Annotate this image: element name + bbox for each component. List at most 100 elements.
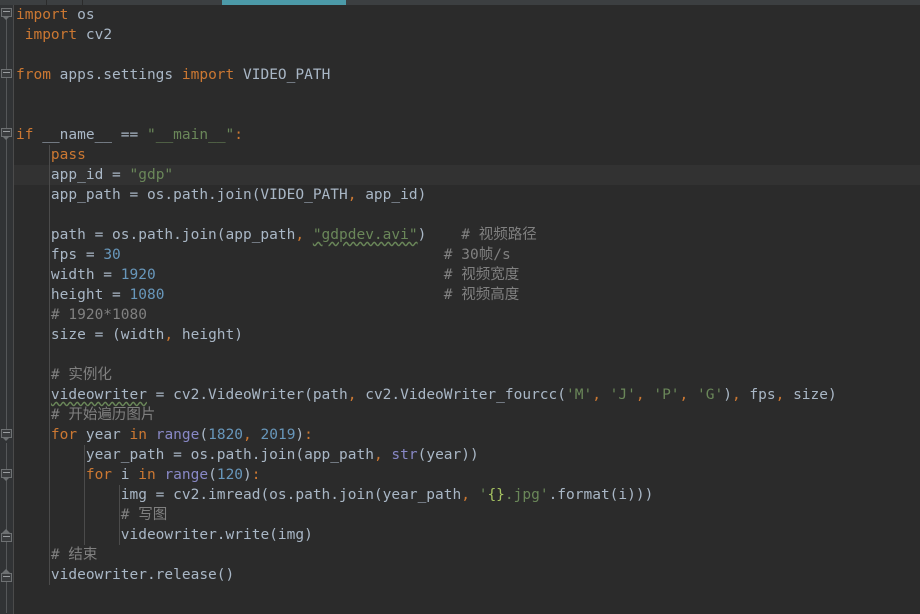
code-line[interactable]: app_path = os.path.join(VIDEO_PATH, app_… (14, 185, 920, 205)
code-line[interactable]: width = 1920 # 视频宽度 (14, 265, 920, 285)
code-line[interactable]: path = os.path.join(app_path, "gdpdev.av… (14, 225, 920, 245)
indent-guide (49, 145, 50, 165)
indent-guide (84, 485, 85, 505)
token-comma: , (295, 227, 305, 243)
token-number-width: 1920 (120, 267, 156, 283)
token-var-size: size = (width (50, 327, 165, 343)
code-line[interactable]: # 写图 (14, 505, 920, 525)
comment-fps: # 30帧/s (443, 247, 511, 263)
token-comma: , (461, 487, 470, 503)
indent-guide (49, 385, 50, 405)
code-line[interactable]: img = cv2.imread(os.path.join(year_path,… (14, 485, 920, 505)
token-comma: , (592, 387, 601, 403)
code-line[interactable]: videowriter.write(img) (14, 525, 920, 545)
comment-video-width: # 视频宽度 (443, 267, 520, 283)
code-line[interactable]: # 1920*1080 (14, 305, 920, 325)
code-line[interactable]: from apps.settings import VIDEO_PATH (14, 65, 920, 85)
code-editor[interactable]: import os import cv2 from apps.settings … (0, 5, 920, 614)
code-line[interactable]: import cv2 (14, 25, 920, 45)
code-line[interactable]: import os (14, 5, 920, 25)
fold-marker-end-inner[interactable] (1, 529, 12, 542)
token-keyword-pass: pass (50, 147, 86, 163)
code-line[interactable]: for year in range(1820, 2019): (14, 425, 920, 445)
token-operator: == (120, 127, 139, 143)
fold-marker-end-outer[interactable] (1, 569, 12, 582)
code-line-blank[interactable] (14, 205, 920, 225)
token-call-release: videowriter.release() (50, 567, 235, 583)
token-string-video-file: "gdpdev.avi" (312, 227, 418, 243)
code-line-blank[interactable] (14, 105, 920, 125)
comment-write-image: # 写图 (120, 507, 168, 523)
token-builtin-range: range (164, 467, 209, 483)
token-paren: ) (243, 467, 252, 483)
code-line[interactable]: # 结束 (14, 545, 920, 565)
indent-guide (49, 485, 50, 505)
code-line[interactable]: for i in range(120): (14, 465, 920, 485)
token-keyword: if (16, 127, 34, 143)
indent-guide (49, 325, 50, 345)
code-line-blank[interactable] (14, 45, 920, 65)
comment-video-height: # 视频高度 (443, 287, 520, 303)
indent-guide (49, 425, 50, 445)
indent-guide (49, 225, 50, 245)
token-arg: height) (173, 327, 243, 343)
indent-guide (49, 165, 50, 185)
code-line-blank[interactable] (14, 345, 920, 365)
fold-arrow-down-icon (2, 437, 10, 441)
indent-guide (49, 285, 50, 305)
token-call-write: videowriter.write(img) (120, 527, 313, 543)
fold-arrow-down-icon (2, 16, 10, 20)
token-dunder-name: __name__ (42, 127, 113, 143)
code-line[interactable]: # 实例化 (14, 365, 920, 385)
token-comma: , (243, 427, 252, 443)
token-expr: = cv2.VideoWriter(path (146, 387, 348, 403)
code-line[interactable]: height = 1080 # 视频高度 (14, 285, 920, 305)
code-line[interactable]: videowriter = cv2.VideoWriter(path, cv2.… (14, 385, 920, 405)
fold-box (1, 69, 12, 78)
token-arg: app_id) (356, 187, 427, 203)
token-arg: (year)) (417, 447, 479, 463)
token-number-fps: 30 (103, 247, 121, 263)
editor-gutter[interactable] (0, 5, 14, 614)
code-line[interactable]: year_path = os.path.join(app_path, str(y… (14, 445, 920, 465)
fold-marker-if-main[interactable] (1, 128, 12, 140)
fold-minus-icon (3, 432, 10, 433)
code-line[interactable]: # 开始遍历图片 (14, 405, 920, 425)
fold-minus-icon (3, 72, 10, 73)
code-line-blank[interactable] (14, 85, 920, 105)
fold-box (1, 573, 12, 582)
indent-guide (49, 345, 50, 365)
indent-guide (49, 545, 50, 565)
token-colon: : (234, 127, 244, 143)
code-line[interactable]: pass (14, 145, 920, 165)
fold-marker-for-year[interactable] (1, 429, 12, 441)
token-fourcc-m: 'M' (566, 387, 593, 403)
comment-instantiate: # 实例化 (50, 367, 112, 383)
code-line[interactable]: videowriter.release() (14, 565, 920, 585)
comment-begin-loop: # 开始遍历图片 (50, 407, 156, 423)
code-line[interactable]: fps = 30 # 30帧/s (14, 245, 920, 265)
token-var-app-id: app_id (50, 167, 104, 183)
token-colon: : (304, 427, 313, 443)
token-var-height: height = (50, 287, 130, 303)
token-colon: : (251, 467, 261, 483)
token-var-fps: fps = (50, 247, 104, 263)
comment-finish: # 结束 (50, 547, 98, 563)
fold-marker-for-i[interactable] (1, 469, 12, 481)
fold-minus-icon (3, 536, 10, 537)
token-expr: cv2.VideoWriter_fourcc( (356, 387, 566, 403)
token-keyword-in: in (138, 467, 156, 483)
code-line-current[interactable]: app_id = "gdp" (14, 165, 920, 185)
indent-guide (49, 465, 50, 485)
fold-marker-from-import[interactable] (1, 69, 12, 80)
token-var-app-path: app_path = os.path.join(VIDEO_PATH (50, 187, 348, 203)
code-text-area[interactable]: import os import cv2 from apps.settings … (14, 5, 920, 614)
indent-guide (84, 525, 85, 545)
token-module: os (77, 7, 95, 23)
token-builtin-range: range (155, 427, 200, 443)
token-fourcc-g: 'G' (697, 387, 724, 403)
code-line[interactable]: if __name__ == "__main__": (14, 125, 920, 145)
fold-arrow-down-icon (2, 136, 10, 140)
code-line[interactable]: size = (width, height) (14, 325, 920, 345)
fold-marker-import-block[interactable] (1, 8, 12, 20)
